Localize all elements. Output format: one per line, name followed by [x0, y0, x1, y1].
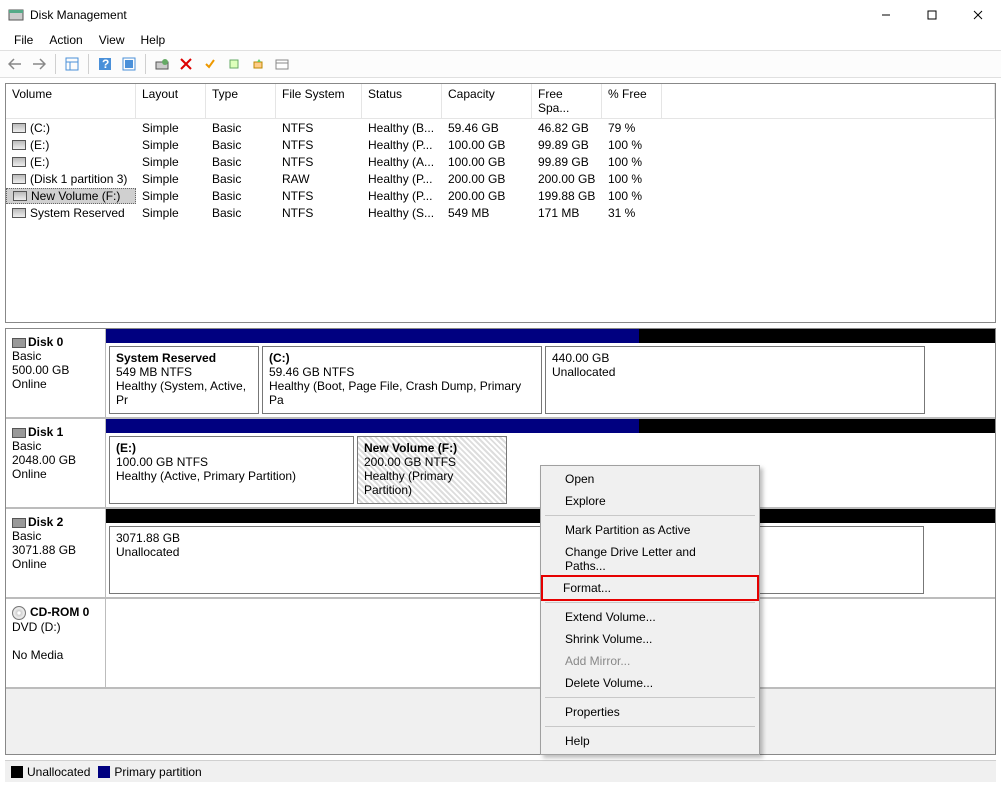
volume-icon	[12, 157, 26, 167]
menu-view[interactable]: View	[91, 31, 133, 49]
toolbar-refresh-icon[interactable]	[151, 53, 173, 75]
disk-graphical-view[interactable]: Disk 0Basic500.00 GBOnlineSystem Reserve…	[5, 328, 996, 755]
col-status[interactable]: Status	[362, 84, 442, 118]
ctx-delete[interactable]: Delete Volume...	[543, 672, 757, 694]
toolbar-check-icon[interactable]	[199, 53, 221, 75]
ctx-help[interactable]: Help	[543, 730, 757, 752]
app-icon	[8, 7, 24, 23]
col-free[interactable]: Free Spa...	[532, 84, 602, 118]
toolbar-settings-icon[interactable]	[118, 53, 140, 75]
volume-row[interactable]: (C:)SimpleBasicNTFSHealthy (B...59.46 GB…	[6, 119, 995, 136]
menu-bar: File Action View Help	[0, 30, 1001, 50]
ctx-explore[interactable]: Explore	[543, 490, 757, 512]
toolbar-properties-icon[interactable]	[271, 53, 293, 75]
toolbar-new-icon[interactable]	[223, 53, 245, 75]
context-menu: Open Explore Mark Partition as Active Ch…	[540, 465, 760, 755]
maximize-button[interactable]	[909, 0, 955, 30]
minimize-button[interactable]	[863, 0, 909, 30]
legend-unallocated: Unallocated	[27, 765, 90, 779]
toolbar-wizard-icon[interactable]	[247, 53, 269, 75]
partition-box[interactable]: 440.00 GBUnallocated	[545, 346, 925, 414]
disk-label[interactable]: Disk 2Basic3071.88 GBOnline	[6, 509, 106, 597]
ctx-extend[interactable]: Extend Volume...	[543, 606, 757, 628]
volume-icon	[12, 174, 26, 184]
disk-label[interactable]: Disk 1Basic2048.00 GBOnline	[6, 419, 106, 507]
col-volume[interactable]: Volume	[6, 84, 136, 118]
volume-row[interactable]: (E:)SimpleBasicNTFSHealthy (P...100.00 G…	[6, 136, 995, 153]
help-icon[interactable]: ?	[94, 53, 116, 75]
col-type[interactable]: Type	[206, 84, 276, 118]
volume-list-header: Volume Layout Type File System Status Ca…	[6, 84, 995, 119]
volume-row[interactable]: New Volume (F:)SimpleBasicNTFSHealthy (P…	[6, 187, 995, 204]
col-pct[interactable]: % Free	[602, 84, 662, 118]
legend: Unallocated Primary partition	[5, 760, 996, 782]
disk-icon	[12, 338, 26, 348]
volume-icon	[12, 123, 26, 133]
menu-file[interactable]: File	[6, 31, 41, 49]
col-fs[interactable]: File System	[276, 84, 362, 118]
volume-list[interactable]: Volume Layout Type File System Status Ca…	[5, 83, 996, 323]
disk-row: CD-ROM 0DVD (D:)No Media	[6, 599, 995, 689]
volume-row[interactable]: System ReservedSimpleBasicNTFSHealthy (S…	[6, 204, 995, 221]
partition-box[interactable]: System Reserved549 MB NTFSHealthy (Syste…	[109, 346, 259, 414]
col-layout[interactable]: Layout	[136, 84, 206, 118]
ctx-format[interactable]: Format...	[541, 575, 759, 601]
legend-primary: Primary partition	[114, 765, 201, 779]
volume-icon	[13, 191, 27, 201]
delete-icon[interactable]	[175, 53, 197, 75]
cdrom-icon	[12, 606, 26, 620]
volume-row[interactable]: (Disk 1 partition 3)SimpleBasicRAWHealth…	[6, 170, 995, 187]
volume-icon	[12, 208, 26, 218]
volume-row[interactable]: (E:)SimpleBasicNTFSHealthy (A...100.00 G…	[6, 153, 995, 170]
partition-box[interactable]: New Volume (F:)200.00 GB NTFSHealthy (Pr…	[357, 436, 507, 504]
ctx-add-mirror: Add Mirror...	[543, 650, 757, 672]
ctx-open[interactable]: Open	[543, 468, 757, 490]
disk-label[interactable]: Disk 0Basic500.00 GBOnline	[6, 329, 106, 417]
svg-text:?: ?	[102, 57, 109, 71]
toolbar: ?	[0, 50, 1001, 78]
title-bar: Disk Management	[0, 0, 1001, 30]
disk-row: Disk 2Basic3071.88 GBOnline3071.88 GBUna…	[6, 509, 995, 599]
window-title: Disk Management	[30, 8, 127, 22]
partition-box[interactable]: (E:)100.00 GB NTFSHealthy (Active, Prima…	[109, 436, 354, 504]
disk-icon	[12, 518, 26, 528]
col-capacity[interactable]: Capacity	[442, 84, 532, 118]
menu-action[interactable]: Action	[41, 31, 90, 49]
ctx-change-letter[interactable]: Change Drive Letter and Paths...	[543, 541, 757, 577]
forward-button[interactable]	[28, 53, 50, 75]
disk-icon	[12, 428, 26, 438]
disk-row: Disk 0Basic500.00 GBOnlineSystem Reserve…	[6, 329, 995, 419]
disk-label[interactable]: CD-ROM 0DVD (D:)No Media	[6, 599, 106, 687]
ctx-mark-active[interactable]: Mark Partition as Active	[543, 519, 757, 541]
volume-icon	[12, 140, 26, 150]
disk-row: Disk 1Basic2048.00 GBOnline(E:)100.00 GB…	[6, 419, 995, 509]
partition-box[interactable]: (C:)59.46 GB NTFSHealthy (Boot, Page Fil…	[262, 346, 542, 414]
partition-box[interactable]: 3071.88 GBUnallocated	[109, 526, 924, 594]
ctx-shrink[interactable]: Shrink Volume...	[543, 628, 757, 650]
menu-help[interactable]: Help	[133, 31, 174, 49]
ctx-properties[interactable]: Properties	[543, 701, 757, 723]
close-button[interactable]	[955, 0, 1001, 30]
back-button[interactable]	[4, 53, 26, 75]
toolbar-view-icon[interactable]	[61, 53, 83, 75]
